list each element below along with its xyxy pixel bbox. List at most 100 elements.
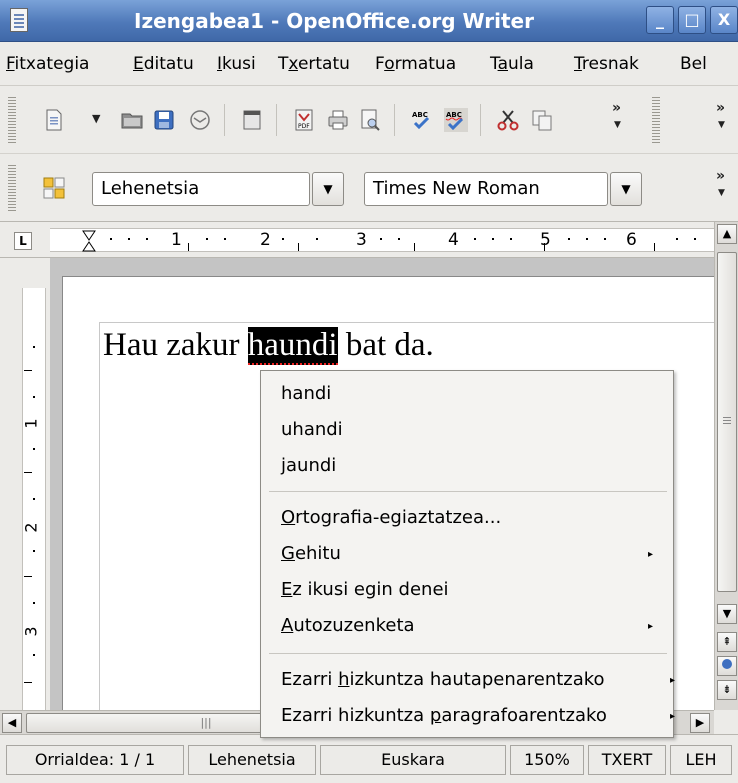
font-name-dropdown-button[interactable]: ▼	[610, 172, 642, 206]
vruler-tick	[33, 396, 35, 398]
menu-leihoa[interactable]: Bel	[680, 54, 707, 74]
toolbar-overflow-button-3[interactable]: »	[716, 168, 725, 184]
menu-editatu[interactable]: Editatu	[133, 54, 194, 74]
menu-add-mnemonic: G	[281, 543, 295, 564]
title-bar: Izengabea1 - OpenOffice.org Writer _ □ X	[0, 0, 738, 42]
svg-text:PDF: PDF	[298, 123, 310, 130]
vruler-tick	[33, 448, 35, 450]
toolbar-overflow-arrow-icon[interactable]: ▼	[718, 188, 725, 198]
menu-fitxategia-label: itxategia	[14, 54, 90, 74]
status-bar: Orrialdea: 1 / 1 Lehenetsia Euskara 150%…	[0, 734, 738, 783]
print-preview-icon[interactable]	[358, 108, 382, 132]
minimize-button[interactable]: _	[646, 6, 674, 34]
scroll-up-button[interactable]: ▲	[717, 224, 737, 244]
menu-ignore-all[interactable]: Ez ikusi egin denei	[281, 579, 449, 600]
vruler-tick	[33, 346, 35, 348]
toolbar-grip[interactable]	[8, 165, 16, 211]
print-icon[interactable]	[326, 108, 350, 132]
pdf-export-icon[interactable]: PDF	[292, 108, 316, 132]
paragraph-style-combobox[interactable]: Lehenetsia	[92, 172, 310, 206]
menu-taula[interactable]: Taula	[490, 54, 534, 74]
ruler-tick	[146, 238, 148, 240]
menu-ikusi[interactable]: Ikusi	[217, 54, 256, 74]
scroll-down-button[interactable]: ▼	[717, 604, 737, 624]
toolbar-grip[interactable]	[652, 97, 660, 143]
paragraph-style-dropdown-button[interactable]: ▼	[312, 172, 344, 206]
toolbar-overflow-arrow-icon[interactable]: ▼	[614, 120, 621, 130]
grip-lines-icon	[723, 417, 731, 418]
suggestion-item[interactable]: uhandi	[281, 419, 343, 440]
scroll-left-button[interactable]: ◀	[2, 713, 22, 733]
vertical-ruler[interactable]: 1 2 3	[0, 258, 50, 710]
spellcheck-icon[interactable]: ABC	[410, 108, 434, 132]
menu-separator	[269, 653, 667, 654]
status-selection-mode[interactable]: LEH	[670, 745, 732, 775]
navigator-button[interactable]	[717, 656, 737, 676]
vertical-scroll-thumb[interactable]	[717, 252, 737, 592]
toolbar-separator	[394, 104, 395, 136]
vruler-tick	[33, 498, 35, 500]
spellcheck-context-menu: handi uhandi jaundi Ortografia-egiaztatz…	[260, 370, 675, 738]
ruler-tab-mark	[654, 243, 655, 251]
maximize-button[interactable]: □	[678, 6, 706, 34]
menu-language-selection[interactable]: Ezarri hizkuntza hautapenarentzako ▸	[281, 669, 675, 690]
previous-page-button[interactable]: ⇞	[717, 632, 737, 652]
scroll-right-button[interactable]: ▶	[690, 713, 710, 733]
toolbar-separator	[480, 104, 481, 136]
menu-tresnak[interactable]: Tresnak	[574, 54, 639, 74]
document-paragraph[interactable]: Hau zakur haundi bat da.	[103, 327, 434, 365]
toolbar-overflow-arrow-icon[interactable]: ▼	[718, 120, 725, 130]
scrollbar-corner	[714, 710, 738, 734]
menu-language-paragraph[interactable]: Ezarri hizkuntza paragrafoarentzako ▸	[281, 705, 675, 726]
menu-formatua-label-2: rmatua	[394, 54, 457, 74]
vruler-number: 2	[21, 522, 41, 533]
styles-formatting-icon[interactable]	[42, 176, 66, 200]
vertical-scrollbar[interactable]: ▲ ▼ ⇞ ⇟	[714, 222, 738, 710]
misspelled-word-selected[interactable]: haundi	[247, 327, 338, 365]
submenu-arrow-icon: ▸	[669, 711, 675, 722]
menu-txertatu[interactable]: Txertatu	[278, 54, 350, 74]
toolbar-overflow-button[interactable]: »	[612, 100, 621, 116]
indent-marker-icon[interactable]	[82, 230, 96, 252]
copy-icon[interactable]	[530, 108, 554, 132]
ruler-scale[interactable]: 1 2 3 4 5 6	[50, 228, 714, 252]
new-document-icon[interactable]	[42, 108, 66, 132]
menu-ignore-all-mnemonic: E	[281, 579, 293, 600]
edit-file-icon[interactable]	[240, 108, 264, 132]
ruler-tick	[206, 238, 208, 240]
new-dropdown-arrow-icon[interactable]: ▼	[92, 112, 100, 125]
close-button[interactable]: X	[710, 6, 738, 34]
menu-add[interactable]: Gehitu ▸	[281, 543, 661, 564]
status-page-style[interactable]: Lehenetsia	[188, 745, 316, 775]
menu-spellcheck[interactable]: Ortografia-egiaztatzea...	[281, 507, 501, 528]
menu-autocorrect[interactable]: Autozuzenketa ▸	[281, 615, 661, 636]
vruler-tick	[33, 654, 35, 656]
mail-icon[interactable]	[188, 108, 212, 132]
cut-icon[interactable]	[496, 108, 520, 132]
autospellcheck-icon[interactable]: ABC	[444, 108, 468, 132]
status-insert-mode[interactable]: TXERT	[588, 745, 666, 775]
text-after: bat da.	[337, 327, 434, 363]
status-zoom[interactable]: 150%	[510, 745, 584, 775]
toolbar-separator	[276, 104, 277, 136]
suggestion-item[interactable]: handi	[281, 383, 331, 404]
horizontal-ruler[interactable]: L 1 2 3 4 5 6	[0, 222, 714, 258]
menu-spellcheck-label: rtografia-egiaztatzea...	[295, 507, 502, 528]
navigation-icon	[722, 659, 732, 669]
menu-lang-paragraph-mnemonic: p	[429, 705, 442, 726]
status-language[interactable]: Euskara	[320, 745, 506, 775]
suggestion-item[interactable]: jaundi	[281, 455, 336, 476]
open-folder-icon[interactable]	[120, 108, 144, 132]
save-icon[interactable]	[152, 108, 176, 132]
ruler-tick	[398, 238, 400, 240]
tab-stop-selector[interactable]: L	[14, 232, 32, 250]
toolbar-overflow-button-2[interactable]: »	[716, 100, 725, 116]
menu-txertatu-label-1: T	[278, 54, 289, 74]
menu-fitxategia[interactable]: Fitxategia	[6, 54, 89, 74]
status-page[interactable]: Orrialdea: 1 / 1	[6, 745, 184, 775]
text-before: Hau zakur	[103, 327, 248, 363]
font-name-combobox[interactable]: Times New Roman	[364, 172, 608, 206]
menu-formatua[interactable]: Formatua	[375, 54, 456, 74]
next-page-button[interactable]: ⇟	[717, 680, 737, 700]
toolbar-grip[interactable]	[8, 97, 16, 143]
